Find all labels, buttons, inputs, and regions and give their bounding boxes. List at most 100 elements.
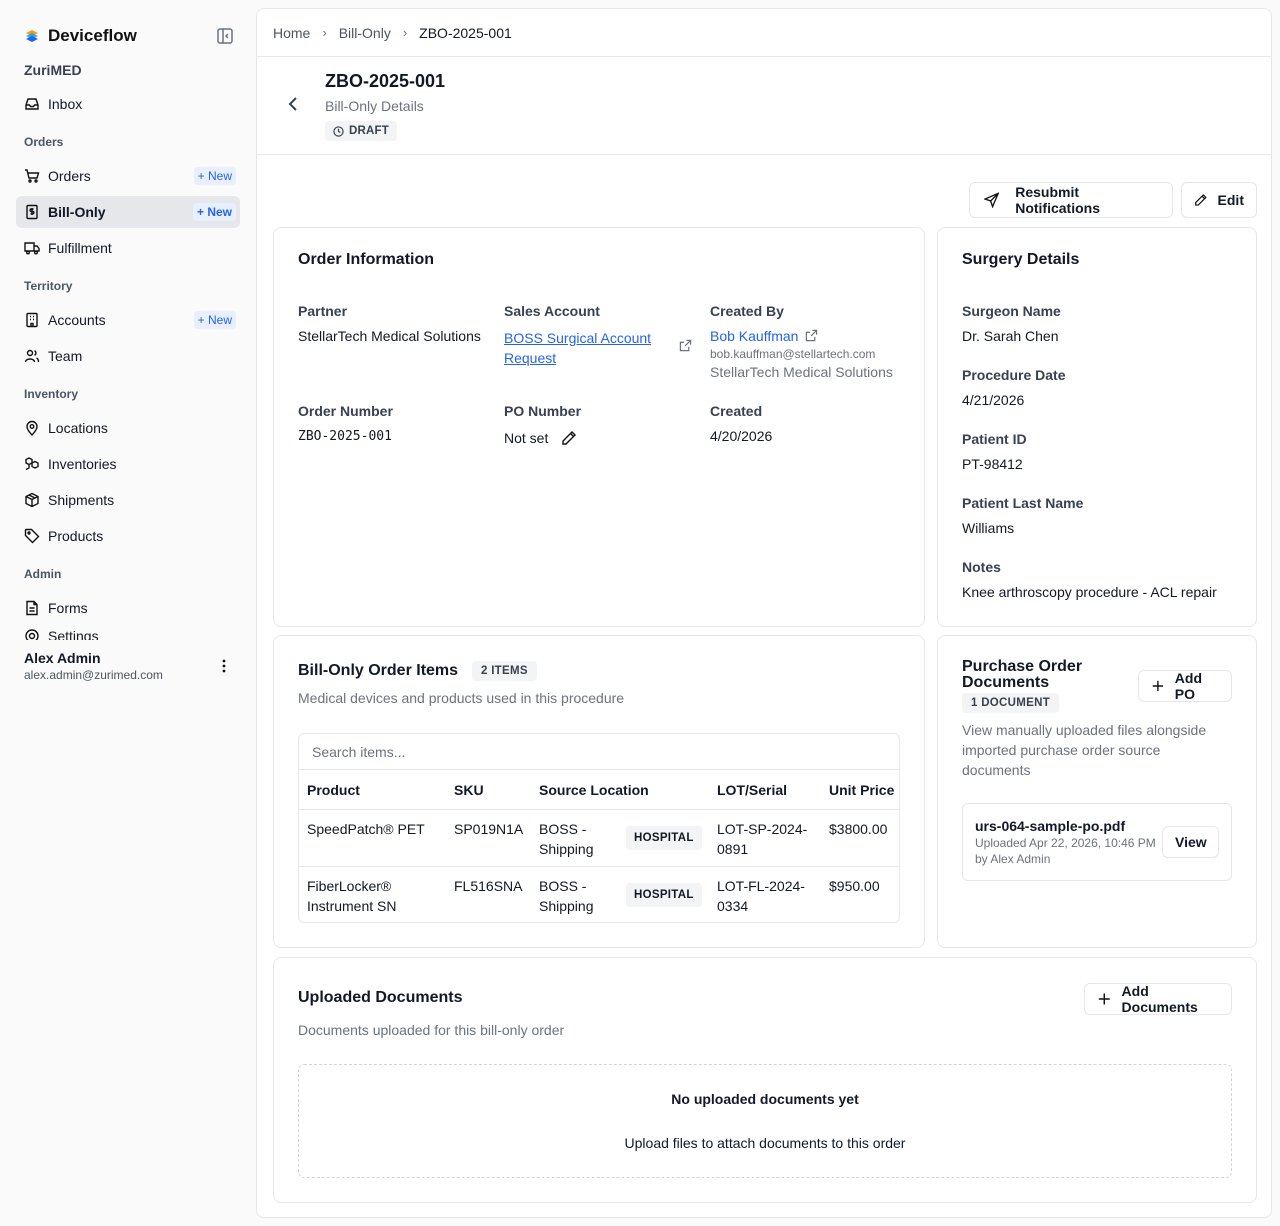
patient-last-name-value: Williams [962,520,1015,536]
col-unit-price[interactable]: Unit Price [829,782,894,798]
sidebar-item-products[interactable]: Products [16,520,240,552]
sidebar-item-accounts[interactable]: Accounts + New [16,304,240,336]
card-title: Purchase Order Documents [962,659,1082,691]
user-profile[interactable]: Alex Admin alex.admin@zurimed.com [16,640,240,696]
cell-sku: SP019N1A [454,821,524,837]
procedure-date-value: 4/21/2026 [962,392,1025,408]
gear-icon [24,628,40,640]
order-number-value: ZBO-2025-001 [298,429,392,444]
edit-po-pencil-icon[interactable] [561,430,577,446]
location-type-badge: HOSPITAL [626,826,702,850]
new-account-badge[interactable]: + New [193,311,236,329]
chevron-right-icon: › [402,25,408,40]
col-source-location[interactable]: Source Location [539,782,649,798]
partner-label: Partner [298,303,348,319]
product-line2: Instrument SN [307,898,397,914]
notes-label: Notes [962,559,1001,575]
empty-state-subtitle: Upload files to attach documents to this… [624,1135,906,1151]
edit-button[interactable]: Edit [1181,182,1257,218]
table-row[interactable]: FiberLocker® Instrument SN FL516SNA BOSS … [299,867,899,922]
sidebar-item-shipments[interactable]: Shipments [16,484,240,516]
breadcrumb-home[interactable]: Home [273,25,310,41]
cell-lot: LOT-FL-2024- 0334 [717,876,805,916]
po-document-item: urs-064-sample-po.pdf Uploaded Apr 22, 2… [962,803,1232,881]
location-line1: BOSS - [539,878,587,894]
send-icon [984,192,1000,208]
card-title: Order Information [298,251,435,268]
sidebar-item-fulfillment[interactable]: Fulfillment [16,232,240,264]
sidebar-item-forms[interactable]: Forms [16,592,240,624]
product-line1: FiberLocker® [307,878,392,894]
add-po-label: Add PO [1174,670,1202,702]
sidebar-collapse-icon[interactable] [216,27,234,45]
sidebar-item-inventories[interactable]: Inventories [16,448,240,480]
breadcrumb: Home › Bill-Only › ZBO-2025-001 [257,9,1271,57]
po-file-name[interactable]: urs-064-sample-po.pdf [975,818,1125,834]
sidebar-item-label: Fulfillment [48,240,112,256]
receipt-icon [24,204,40,220]
external-link-icon[interactable] [805,329,818,342]
sidebar-item-label: Forms [48,600,88,616]
po-title-line1: Purchase Order [962,658,1083,675]
add-documents-button[interactable]: Add Documents [1084,983,1232,1015]
view-document-button[interactable]: View [1162,826,1219,858]
sidebar-item-orders[interactable]: Orders + New [16,160,240,192]
back-arrow-icon[interactable] [285,95,301,113]
sidebar-item-label: Bill-Only [48,204,106,220]
sales-account-line2: Request [504,350,557,366]
chevron-right-icon: › [322,25,327,40]
main-panel: Home › Bill-Only › ZBO-2025-001 ZBO-2025… [256,8,1272,1218]
user-email: alex.admin@zurimed.com [24,668,163,682]
page-title: ZBO-2025-001 [325,71,446,91]
created-by-link[interactable]: Bob Kauffman [710,328,798,344]
card-title: Surgery Details [962,251,1080,268]
more-vertical-icon[interactable] [216,658,232,674]
col-product[interactable]: Product [307,782,360,798]
table-row[interactable]: SpeedPatch® PET SP019N1A BOSS - Shipping … [299,810,899,867]
sales-account-line1: BOSS Surgical Account [504,330,652,346]
sidebar-item-label: Shipments [48,492,115,508]
sales-account-label: Sales Account [504,303,600,319]
sidebar-item-label: Inbox [48,96,83,112]
cell-sku: FL516SNA [454,878,523,894]
items-search-input[interactable]: Search items... [299,734,899,770]
sidebar-item-bill-only[interactable]: Bill-Only + New [16,196,240,228]
partner-value: StellarTech Medical Solutions [298,328,481,344]
created-label: Created [710,403,763,419]
new-order-badge[interactable]: + New [193,167,236,185]
new-bill-only-badge[interactable]: + New [192,203,236,221]
sidebar-item-label: Inventories [48,456,117,472]
user-name: Alex Admin [24,650,101,666]
sidebar-item-inbox[interactable]: Inbox [16,88,240,120]
cell-location: BOSS - Shipping [539,819,594,859]
external-link-icon[interactable] [679,339,692,352]
po-count-badge: 1 DOCUMENT [962,693,1060,713]
sales-account-link[interactable]: BOSS Surgical Account Request [504,328,651,368]
sidebar-item-label: Locations [48,420,108,436]
sidebar-item-locations[interactable]: Locations [16,412,240,444]
order-number-label: Order Number [298,403,393,419]
sidebar-item-team[interactable]: Team [16,340,240,372]
sidebar-item-label: Settings [48,628,99,640]
map-pin-icon [24,420,40,436]
notes-value: Knee arthroscopy procedure - ACL repair [962,584,1217,600]
po-desc-line1: View manually uploaded files alongside [962,722,1207,738]
col-lot-serial[interactable]: LOT/Serial [717,782,787,798]
clock-icon [333,125,344,137]
brand[interactable]: Deviceflow [16,16,240,56]
sidebar: Deviceflow ZuriMED Inbox Orders Orders +… [0,0,256,1226]
po-desc-line2: imported purchase order source [962,742,1161,758]
po-file-uploader: by Alex Admin [975,852,1051,866]
col-sku[interactable]: SKU [454,782,484,798]
resubmit-notifications-button[interactable]: Resubmit Notifications [969,182,1173,218]
created-by-label: Created By [710,303,784,319]
tag-icon [24,528,40,544]
sidebar-overflow: Settings [16,624,240,640]
add-po-button[interactable]: Add PO [1138,670,1232,702]
breadcrumb-bill-only[interactable]: Bill-Only [339,25,391,41]
cell-location: BOSS - Shipping [539,876,594,916]
cell-price: $3800.00 [829,821,888,837]
uploaded-subtitle: Documents uploaded for this bill-only or… [298,1022,565,1038]
uploaded-documents-card: Uploaded Documents Documents uploaded fo… [273,957,1257,1203]
sidebar-item-settings[interactable]: Settings [16,624,240,640]
